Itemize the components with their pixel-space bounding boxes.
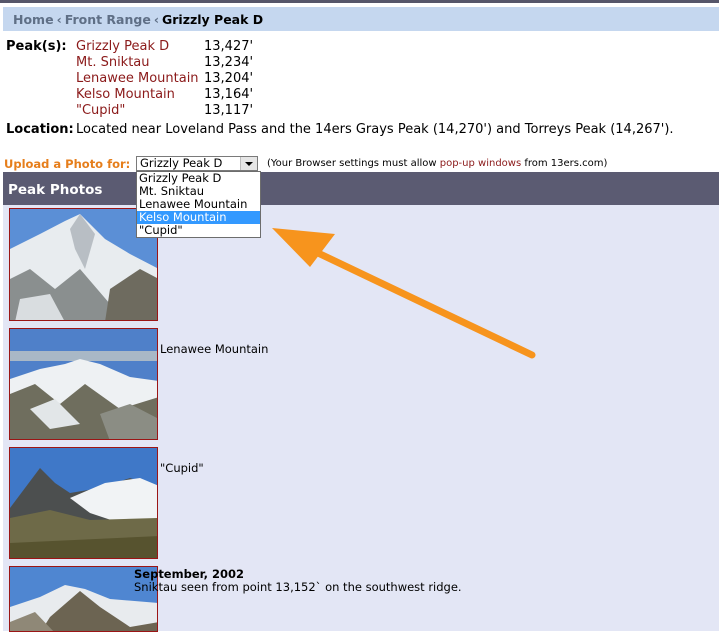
annotation-arrow-icon	[272, 228, 536, 359]
